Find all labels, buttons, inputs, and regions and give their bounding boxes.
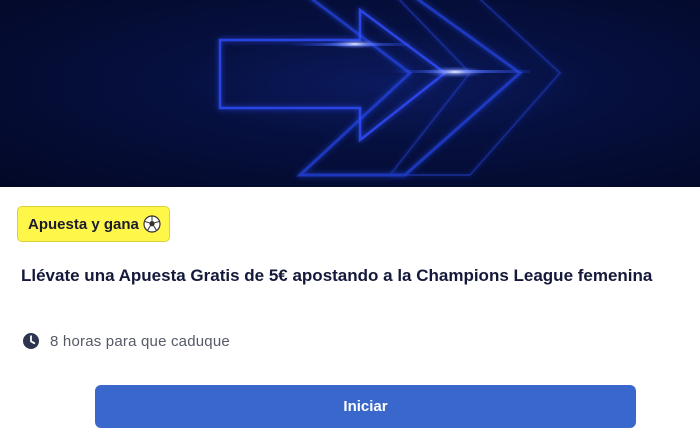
badge-label: Apuesta y gana [28,215,139,233]
soccer-ball-icon [143,215,161,233]
hero-banner [0,0,700,187]
promo-title: Llévate una Apuesta Gratis de 5€ apostan… [21,266,653,285]
promo-badge: Apuesta y gana [17,206,170,242]
start-button[interactable]: Iniciar [95,385,636,428]
clock-icon [22,332,40,350]
promo-card: Apuesta y gana Llévate una Apuesta Grati… [0,0,700,441]
hero-arrows-graphic [218,0,562,177]
expiry-text: 8 horas para que caduque [50,332,230,350]
expiry-info: 8 horas para que caduque [22,332,230,350]
